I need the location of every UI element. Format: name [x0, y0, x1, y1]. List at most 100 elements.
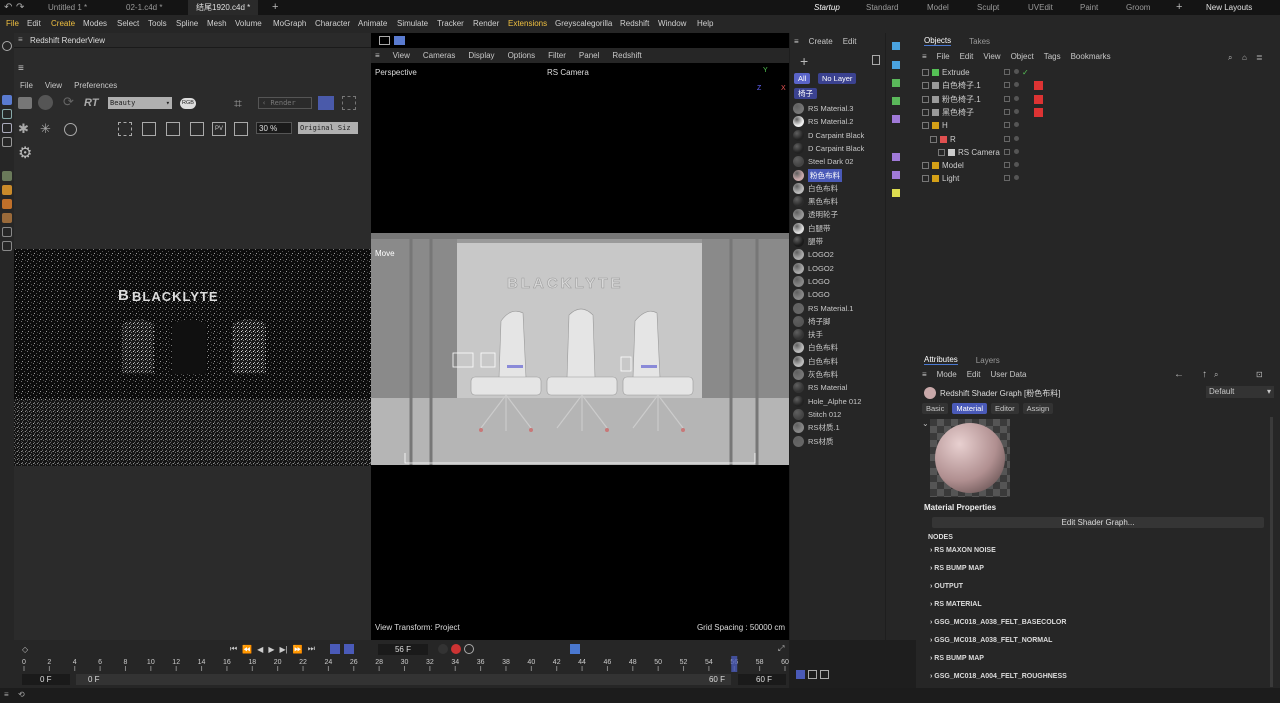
- add-material-icon[interactable]: +: [800, 53, 808, 69]
- film-icon[interactable]: [18, 97, 32, 109]
- obj-menu-view[interactable]: View: [983, 52, 1000, 61]
- doc-tab-2[interactable]: 02-1.c4d *: [118, 0, 170, 15]
- obj-menu-object[interactable]: Object: [1011, 52, 1034, 61]
- visibility-toggle[interactable]: [1004, 122, 1010, 129]
- search-icon[interactable]: ⌕: [1214, 370, 1218, 380]
- menu-spline[interactable]: Spline: [176, 15, 198, 33]
- enabled-check-icon[interactable]: ✓: [1022, 66, 1029, 79]
- attr-menu-user-data[interactable]: User Data: [990, 370, 1026, 379]
- bokeh-icon[interactable]: ✳: [40, 121, 51, 137]
- add-layout-icon[interactable]: +: [1176, 1, 1182, 13]
- visibility-toggle[interactable]: [1004, 162, 1010, 169]
- hamburger-icon[interactable]: ≡: [922, 52, 927, 61]
- tab-attributes[interactable]: Attributes: [924, 355, 958, 365]
- next-key-icon[interactable]: ⏩: [293, 645, 303, 654]
- grid-view-icon[interactable]: [342, 96, 356, 110]
- hamburger-icon[interactable]: ≡: [922, 370, 927, 379]
- material-item[interactable]: 灰色布料: [790, 368, 885, 381]
- light-icon[interactable]: [892, 189, 900, 197]
- vp-menu-filter[interactable]: Filter: [548, 51, 566, 60]
- obj-menu-file[interactable]: File: [937, 52, 950, 61]
- go-to-start-icon[interactable]: ⏮: [230, 644, 237, 654]
- rv-menu-file[interactable]: File: [20, 81, 33, 90]
- trash-icon[interactable]: [872, 55, 880, 65]
- size-dropdown[interactable]: Original Siz: [298, 122, 358, 134]
- material-item[interactable]: 白色布料: [790, 182, 885, 195]
- material-item[interactable]: LOGO: [790, 275, 885, 288]
- node-item[interactable]: › RS MAXON NOISE: [930, 547, 996, 554]
- menu-character[interactable]: Character: [315, 15, 350, 33]
- vp-menu-cameras[interactable]: Cameras: [423, 51, 455, 60]
- vp-menu-redshift[interactable]: Redshift: [612, 51, 641, 60]
- object-row[interactable]: RS Camera: [916, 146, 1280, 159]
- refresh-icon[interactable]: ⟳: [63, 94, 74, 110]
- visibility-toggle[interactable]: [1004, 95, 1010, 102]
- rotate-tool-icon[interactable]: [2, 109, 12, 119]
- vp-menu-view[interactable]: View: [393, 51, 410, 60]
- visibility-toggle[interactable]: [1004, 175, 1010, 182]
- filter-no-layer[interactable]: No Layer: [818, 73, 857, 84]
- layout-sculpt[interactable]: Sculpt: [977, 0, 999, 15]
- menu-render[interactable]: Render: [473, 15, 499, 33]
- panel-grip-icon[interactable]: ≡: [18, 35, 23, 44]
- render-dropdown[interactable]: ‹ Render: [258, 97, 312, 109]
- expand-timeline-icon[interactable]: ⤢: [778, 644, 784, 654]
- redo-icon[interactable]: ↷: [16, 2, 24, 13]
- material-item[interactable]: LOGO2: [790, 262, 885, 275]
- object-row[interactable]: R: [916, 133, 1280, 146]
- render-toggle[interactable]: [1014, 148, 1019, 154]
- material-item[interactable]: RS Material.2: [790, 115, 885, 128]
- play-icon[interactable]: ▶: [268, 645, 274, 654]
- object-row[interactable]: H: [916, 119, 1280, 132]
- menu-tools[interactable]: Tools: [148, 15, 167, 33]
- range-start-field[interactable]: 0 F: [22, 674, 70, 685]
- edit-shader-graph-button[interactable]: Edit Shader Graph...: [932, 517, 1264, 528]
- expand-icon[interactable]: [922, 108, 929, 116]
- settings-gear-icon[interactable]: ⚙: [18, 143, 32, 163]
- knife-tool-icon[interactable]: [2, 171, 12, 181]
- node-item[interactable]: › GSG_MC018_A038_FELT_NORMAL: [930, 637, 1052, 644]
- expand-icon[interactable]: [922, 95, 929, 103]
- render-toggle[interactable]: [1014, 95, 1019, 101]
- new-layouts-button[interactable]: New Layouts: [1206, 0, 1252, 15]
- scale-tool-icon[interactable]: [2, 123, 12, 133]
- menu-animate[interactable]: Animate: [358, 15, 387, 33]
- layout-standard[interactable]: Standard: [866, 0, 898, 15]
- material-item[interactable]: 扶手: [790, 328, 885, 341]
- node-item[interactable]: › GSG_MC018_A004_FELT_ROUGHNESS: [930, 673, 1067, 680]
- menu-simulate[interactable]: Simulate: [397, 15, 428, 33]
- layout-startup[interactable]: Startup: [814, 0, 840, 15]
- attr-menu-mode[interactable]: Mode: [937, 370, 957, 379]
- material-item[interactable]: 透明轮子: [790, 208, 885, 221]
- tab-objects[interactable]: Objects: [924, 36, 952, 46]
- filter-tag[interactable]: 椅子: [794, 88, 817, 99]
- grid-toggle-icon[interactable]: [379, 36, 390, 45]
- subtab-basic[interactable]: Basic: [922, 403, 949, 414]
- expand-icon[interactable]: [930, 135, 937, 143]
- layout-toggle-icon[interactable]: [394, 36, 405, 45]
- material-item[interactable]: Stitch 012: [790, 408, 885, 421]
- object-row[interactable]: Extrude ✓: [916, 66, 1280, 79]
- menu-extensions[interactable]: Extensions: [508, 15, 547, 33]
- object-row[interactable]: 黑色椅子: [916, 106, 1280, 119]
- rv-menu-view[interactable]: View: [45, 81, 62, 90]
- pv-icon[interactable]: PV: [212, 122, 226, 136]
- node-item[interactable]: › OUTPUT: [930, 583, 963, 590]
- layout-paint[interactable]: Paint: [1080, 0, 1098, 15]
- tab-takes[interactable]: Takes: [969, 37, 990, 46]
- doc-tab-1[interactable]: Untitled 1 *: [40, 0, 95, 15]
- obj-menu-edit[interactable]: Edit: [960, 52, 974, 61]
- material-item[interactable]: 白色布料: [790, 355, 885, 368]
- subtab-editor[interactable]: Editor: [991, 403, 1019, 414]
- render-toggle[interactable]: [1014, 69, 1019, 74]
- brush-tool-icon[interactable]: [2, 199, 12, 209]
- loop-icon[interactable]: [330, 644, 340, 654]
- home-icon[interactable]: ⌂: [1242, 53, 1247, 62]
- object-row[interactable]: Model: [916, 159, 1280, 172]
- material-item[interactable]: LOGO: [790, 288, 885, 301]
- go-to-end-icon[interactable]: ⏭: [308, 644, 315, 654]
- zoom-field[interactable]: 30 %: [256, 122, 292, 134]
- hamburger-icon[interactable]: ≡: [794, 37, 799, 46]
- node-item[interactable]: › RS BUMP MAP: [930, 655, 984, 662]
- render-toggle[interactable]: [1014, 175, 1019, 181]
